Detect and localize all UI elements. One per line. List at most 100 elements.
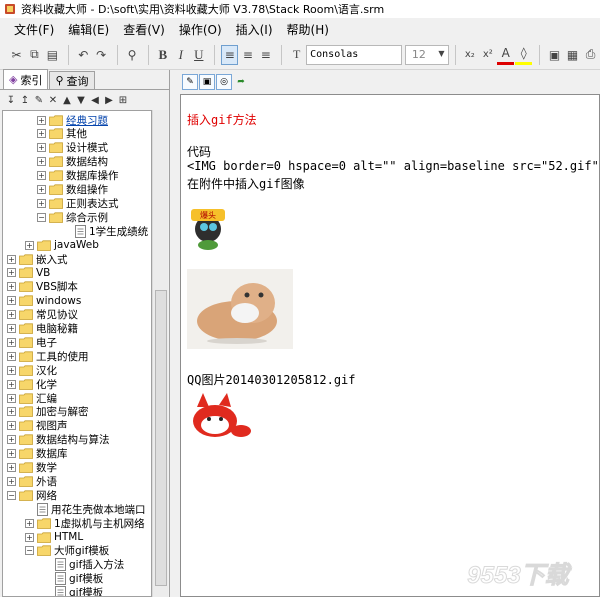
expand-icon[interactable]: +: [7, 337, 16, 347]
tree-item[interactable]: + 电脑秘籍: [7, 322, 78, 336]
tree-item[interactable]: + 数组操作: [37, 183, 108, 197]
tree-item[interactable]: +1虚拟机与主机网络: [25, 516, 145, 530]
expand-icon[interactable]: +: [37, 171, 46, 181]
export-icon[interactable]: ➦: [233, 74, 249, 90]
tree-item[interactable]: + 汉化: [7, 363, 57, 377]
expand-icon[interactable]: +: [37, 129, 46, 139]
web-view-icon[interactable]: ◎: [216, 74, 232, 90]
expand-icon[interactable]: +: [37, 198, 46, 208]
font-size-select[interactable]: 12 ▼: [404, 44, 449, 65]
font-select[interactable]: Consolas: [306, 44, 402, 65]
align-left-icon[interactable]: ≡: [221, 44, 239, 65]
expand-icon[interactable]: +: [37, 143, 46, 153]
expand-icon[interactable]: +: [7, 393, 16, 403]
collapse-icon[interactable]: −: [25, 546, 34, 556]
paste-icon[interactable]: ▤: [44, 45, 61, 65]
tree-item[interactable]: + 其他: [37, 127, 87, 141]
superscript-icon[interactable]: x²: [479, 45, 496, 65]
collapse-icon[interactable]: −: [7, 490, 16, 500]
outdent-icon[interactable]: ↥: [18, 95, 32, 106]
bold-button[interactable]: B: [154, 45, 171, 65]
expand-icon[interactable]: +: [7, 435, 16, 445]
tree-item[interactable]: + 数据结构: [37, 155, 108, 169]
expand-icon[interactable]: +: [7, 282, 16, 292]
cut-icon[interactable]: ✂: [8, 45, 25, 65]
collapse-icon[interactable]: −: [37, 212, 46, 222]
preview-icon[interactable]: ▣: [199, 74, 215, 90]
expand-icon[interactable]: +: [7, 310, 16, 320]
expand-icon[interactable]: +: [7, 296, 16, 306]
tree-item[interactable]: + javaWeb: [25, 238, 99, 252]
text-color-icon[interactable]: A: [497, 45, 515, 65]
tree-item[interactable]: + 嵌入式: [7, 252, 68, 266]
tree-item[interactable]: gif模板: [43, 572, 103, 586]
tree-structure-icon[interactable]: ⊞: [116, 95, 130, 106]
tree-item[interactable]: + 数据结构与算法: [7, 433, 110, 447]
expand-icon[interactable]: +: [7, 421, 16, 431]
expand-icon[interactable]: +: [37, 115, 46, 125]
expand-icon[interactable]: +: [7, 463, 16, 472]
tree-item[interactable]: + 外语: [7, 474, 57, 488]
tree-item[interactable]: + VBS脚本: [7, 280, 78, 294]
indent-icon[interactable]: ↧: [4, 95, 18, 106]
copy-icon[interactable]: ⧉: [26, 45, 43, 65]
expand-icon[interactable]: +: [7, 324, 16, 333]
subscript-icon[interactable]: x₂: [461, 45, 478, 65]
tree-item[interactable]: + 汇编: [7, 391, 57, 405]
tab-index[interactable]: ◈ 索引: [3, 69, 49, 89]
expand-icon[interactable]: +: [7, 449, 16, 459]
tree-item[interactable]: − 综合示例: [37, 210, 108, 224]
tree-item[interactable]: + 数据库操作: [37, 169, 119, 183]
redo-icon[interactable]: ↷: [93, 45, 110, 65]
tree-item[interactable]: gif插入方法: [43, 558, 124, 572]
menu-file[interactable]: 文件(F): [14, 21, 54, 38]
tree-item[interactable]: − 大师gif模板: [25, 544, 109, 558]
menu-edit[interactable]: 编辑(E): [68, 21, 109, 38]
italic-button[interactable]: I: [172, 45, 189, 65]
edit-view-icon[interactable]: ✎: [182, 74, 198, 90]
tree-item[interactable]: + 工具的使用: [7, 349, 89, 363]
scroll-thumb[interactable]: [155, 290, 167, 586]
underline-button[interactable]: U: [190, 45, 207, 65]
print-icon[interactable]: ⎙: [582, 45, 599, 65]
expand-icon[interactable]: +: [7, 379, 16, 389]
move-up-icon[interactable]: ▲: [60, 95, 74, 106]
expand-icon[interactable]: +: [7, 268, 16, 278]
menu-operate[interactable]: 操作(O): [179, 21, 222, 38]
tab-search[interactable]: ⚲ 查询: [49, 71, 95, 89]
tree-item[interactable]: − 网络: [7, 488, 57, 502]
menu-insert[interactable]: 插入(I): [236, 21, 273, 38]
tree-item[interactable]: + 电子: [7, 335, 57, 349]
expand-icon[interactable]: +: [25, 532, 34, 542]
tree-item[interactable]: + 化学: [7, 377, 57, 391]
highlight-icon[interactable]: ◊: [515, 45, 533, 65]
menu-help[interactable]: 帮助(H): [287, 21, 329, 38]
align-right-icon[interactable]: ≡: [257, 45, 274, 65]
tree-item[interactable]: + HTML: [25, 530, 83, 544]
menu-view[interactable]: 查看(V): [123, 21, 165, 38]
tree-item[interactable]: + 加密与解密: [7, 405, 89, 419]
expand-icon[interactable]: +: [7, 365, 16, 375]
tree-item[interactable]: + 正则表达式: [37, 196, 119, 210]
find-icon[interactable]: ⚲: [124, 45, 141, 65]
save-icon[interactable]: ▦: [564, 45, 581, 65]
tree-item[interactable]: gif模板: [43, 586, 103, 596]
expand-icon[interactable]: +: [7, 476, 16, 486]
expand-icon[interactable]: +: [37, 157, 46, 167]
tree-item[interactable]: + VB: [7, 266, 50, 280]
tree-item[interactable]: + 常见协议: [7, 308, 78, 322]
expand-icon[interactable]: +: [25, 240, 34, 250]
expand-icon[interactable]: +: [7, 407, 16, 417]
move-left-icon[interactable]: ◀: [88, 95, 102, 106]
expand-icon[interactable]: +: [7, 254, 16, 264]
move-down-icon[interactable]: ▼: [74, 95, 88, 106]
edit-icon[interactable]: ✎: [32, 95, 46, 106]
tree-item[interactable]: + 视图声: [7, 419, 68, 433]
tree-scrollbar[interactable]: [152, 110, 168, 597]
delete-icon[interactable]: ✕: [46, 95, 60, 106]
tree-item[interactable]: + 经典习题: [37, 113, 108, 127]
document-area[interactable]: 插入gif方法 代码 <IMG border=0 hspace=0 alt=""…: [180, 94, 600, 597]
undo-icon[interactable]: ↶: [75, 45, 92, 65]
tree-item[interactable]: 1学生成绩统: [63, 224, 148, 238]
expand-icon[interactable]: +: [7, 351, 16, 361]
